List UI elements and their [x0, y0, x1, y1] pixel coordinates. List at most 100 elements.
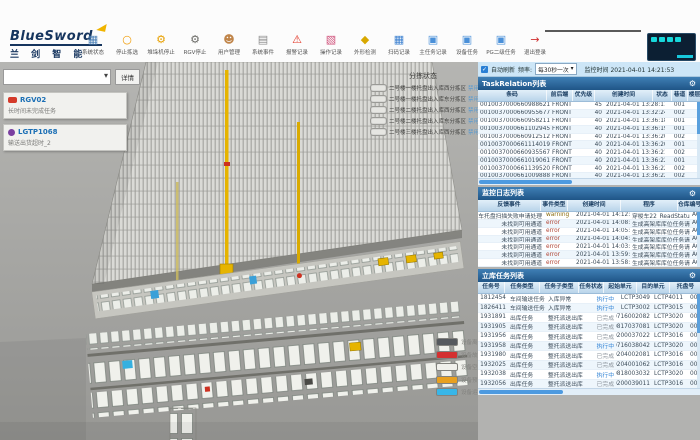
warehouse-3d-view[interactable]: ▾ 详情 RGV02长时间未完成任务LGTP1068输送出货超时_2 分拣状态 …	[0, 62, 478, 440]
disable-link[interactable]: 禁用	[468, 84, 478, 92]
table-row[interactable]: 1812454车间输送任务入库异常执行中LCTP3049LCTP40110010…	[478, 294, 700, 304]
disable-link[interactable]: 禁用	[468, 117, 478, 125]
disable-link[interactable]: 禁用	[468, 106, 478, 114]
table-row[interactable]: 0010037000660958211FRONT402021-04-01 13:…	[478, 118, 700, 126]
table-row[interactable]: 1931905出库任务整托派送出库已完成0817037081LCTP302000…	[478, 323, 700, 333]
system-events-button[interactable]: ▤系统事件	[246, 33, 280, 56]
chevron-down-icon: ▾	[104, 71, 108, 80]
table-row[interactable]: 未找到可用通道error2021-04-01 13:59:51生成高架库库位任务…	[478, 251, 700, 259]
sort-area-toggle[interactable]	[370, 95, 387, 103]
table-row[interactable]: 1932025出库任务整托派送出库已完成0204001062LCTP301600…	[478, 361, 700, 371]
user-management-button[interactable]: ☻用户管理	[212, 33, 246, 56]
table-row[interactable]: 1931980出库任务整托派送出库已完成0204002081LCTP301600…	[478, 351, 700, 361]
status-monitor-widget[interactable]	[647, 33, 696, 61]
table-cell: error	[544, 228, 574, 235]
sort-area-row: 二号楼二楼托盘出入库西分拣区禁用	[370, 106, 476, 114]
table-row[interactable]: 未找到可用通道error2021-04-01 14:04:56生成高架库库位任务…	[478, 236, 700, 244]
refresh-rate-select[interactable]: 每30秒一次 ▾	[535, 63, 577, 75]
settings-icon[interactable]: ⚙	[689, 79, 696, 88]
legend-row: 设备预警	[436, 376, 478, 384]
settings-icon[interactable]: ⚙	[689, 189, 696, 198]
pg-doc-icon: ▣	[496, 33, 506, 46]
barcode-records-button[interactable]: ▦扫码记录	[382, 33, 416, 56]
table-cell: 0010037000661139520	[478, 165, 550, 172]
rgv-stop-button[interactable]: ⚙RGV停止	[178, 33, 212, 56]
scan-icon: ◆	[361, 33, 369, 46]
table-row[interactable]: 未找到可用通道error2021-04-01 13:58:50生成高架库库位任务…	[478, 259, 700, 267]
table-row[interactable]: 0010037000660912512FRONT402021-04-01 13:…	[478, 134, 700, 142]
sort-area-toggle[interactable]	[370, 84, 387, 92]
table-row[interactable]: 1931958出库任务整托派送出库执行中0716038042LCTP302000…	[478, 342, 700, 352]
main-task-records-button[interactable]: ▣主任务记录	[416, 33, 450, 56]
pg-subtasks-button[interactable]: ▣PG二级任务	[484, 33, 518, 56]
column-header: 前后端	[547, 90, 573, 101]
table-row[interactable]: 0010037000660935567FRONT402021-04-01 13:…	[478, 149, 700, 157]
stacker-stop-button[interactable]: ⚙堆垛机停止	[144, 33, 178, 56]
sort-area-toggle[interactable]	[370, 128, 387, 136]
toolbar-item-label: 堆垛机停止	[147, 48, 175, 56]
table-cell: 0200039011	[616, 380, 652, 388]
alert-device-id: RGV02	[20, 96, 46, 104]
stop-picking-button[interactable]: ○停止拣选	[110, 33, 144, 56]
table-cell: 车间输送任务	[508, 294, 546, 303]
table-header: 监控日志列表 ⚙	[478, 187, 700, 200]
table-row[interactable]: 1932038出库任务整托派送出库执行中0818003032LCTP302000…	[478, 370, 700, 380]
alert-card[interactable]: LGTP1068输送出货超时_2	[3, 124, 127, 151]
table-row[interactable]: 未找到可用通道error2021-04-01 14:03:56生成高架库库位任务…	[478, 243, 700, 251]
device-select[interactable]: ▾	[3, 69, 111, 85]
toolbar-item-label: 系统状态	[82, 48, 104, 56]
toolbar-item-label: 停止拣选	[116, 48, 138, 56]
table-row[interactable]: 1932056出库任务整托派送出库已完成0200039011LCTP301600…	[478, 380, 700, 388]
table-cell: 1932056	[478, 380, 508, 388]
table-row[interactable]: 0010037000661139520FRONT402021-04-01 13:…	[478, 165, 700, 173]
chevron-down-icon: ▾	[571, 66, 574, 72]
horizontal-scrollbar[interactable]	[478, 178, 700, 185]
sort-area-row: 二号楼二楼托盘出入库东分拣区禁用	[370, 117, 476, 125]
table-cell: 出库任务	[508, 361, 546, 370]
table-cell: 40	[579, 134, 604, 141]
column-header: 创建时间	[568, 200, 621, 211]
table-row[interactable]: 0010037000660988621FRONT452021-04-01 13:…	[478, 102, 700, 110]
table-row[interactable]: 1826411车间输送任务入库异常执行中LCTP3002LCTP30150010…	[478, 304, 700, 314]
shape-detection-button[interactable]: ◆外形检测	[348, 33, 382, 56]
settings-icon[interactable]: ⚙	[689, 271, 696, 280]
sort-area-toggle[interactable]	[370, 117, 387, 125]
legend-row: 设备故障	[436, 351, 478, 359]
alert-card[interactable]: RGV02长时间未完成任务	[3, 92, 127, 119]
table-row[interactable]: 1931891出库任务整托派送出库已完成0716002082LCTP302000…	[478, 313, 700, 323]
table-row[interactable]: 0010037000660955677FRONT402021-04-01 13:…	[478, 110, 700, 118]
sort-area-toggle[interactable]	[370, 106, 387, 114]
table-cell: 生成高架库库位任务请求	[630, 220, 690, 227]
horizontal-scrollbar[interactable]	[478, 388, 700, 395]
disable-link[interactable]: 禁用	[468, 128, 478, 136]
toolbar: ▦系统状态○停止拣选⚙堆垛机停止⚙RGV停止☻用户管理▤系统事件⚠报警记录▧操作…	[76, 33, 552, 56]
disable-link[interactable]: 禁用	[468, 95, 478, 103]
table-cell: 整托派送出库	[546, 380, 588, 388]
detail-button[interactable]: 详情	[115, 69, 140, 85]
table-cell: FRONT	[550, 110, 579, 117]
table-cell: 0817037081	[616, 323, 652, 332]
table-cell: FRONT	[550, 149, 579, 156]
toolbar-item-label: 报警记录	[286, 48, 308, 56]
system-status-button[interactable]: ▦系统状态	[76, 33, 110, 56]
sort-area-label: 二号楼二楼托盘出入库东分拣区	[389, 117, 466, 125]
table-cell: 002	[665, 149, 687, 156]
toolbar-item-label: 主任务记录	[419, 48, 447, 56]
sort-area-label: 二号楼三楼托盘出入库西分拣区	[389, 128, 466, 136]
table-row[interactable]: 未找到可用通道error2021-04-01 14:08:57生成高架库库位任务…	[478, 220, 700, 228]
table-row[interactable]: 未找到可用通道error2021-04-01 14:05:56生成高架库库位任务…	[478, 228, 700, 236]
table-row[interactable]: 2库七层穿梭车托盘扫描失败申请处理warning2021-04-01 14:12…	[478, 212, 700, 220]
device-tasks-button[interactable]: ▣设备任务	[450, 33, 484, 56]
logout-button[interactable]: →退出登录	[518, 33, 552, 56]
operation-records-button[interactable]: ▧操作记录	[314, 33, 348, 56]
alarm-records-button[interactable]: ⚠报警记录	[280, 33, 314, 56]
table-row[interactable]: 0010037000661019061FRONT402021-04-01 13:…	[478, 157, 700, 165]
table-row[interactable]: 0010037000661114019FRONT402021-04-01 13:…	[478, 141, 700, 149]
conveyor-node-icon	[8, 129, 15, 136]
table-cell: 整托派送出库	[546, 361, 588, 370]
auto-refresh-checkbox[interactable]: ✓	[481, 66, 488, 73]
table-cell: 生成高架库库位任务请求	[630, 228, 690, 235]
table-row[interactable]: 1931956出库任务整托派送出库已完成0200037022LCTP301600…	[478, 332, 700, 342]
table-row[interactable]: 0010037000661102945FRONT402021-04-01 13:…	[478, 126, 700, 134]
table-cell: 0010037000660955677	[478, 110, 550, 117]
